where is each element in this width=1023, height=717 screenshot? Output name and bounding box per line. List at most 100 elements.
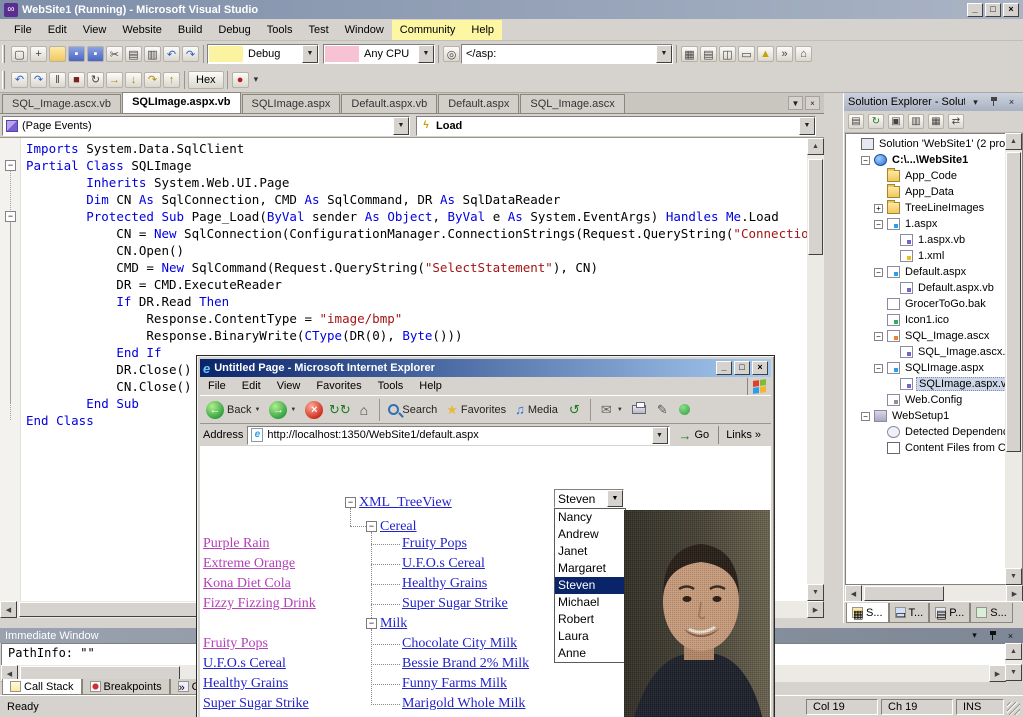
forward-button[interactable]: → ▼ — [265, 399, 300, 421]
chevron-down-icon[interactable]: ▼ — [607, 490, 623, 507]
toolbar-overflow-icon[interactable]: ▾ — [254, 74, 259, 85]
solution-tree-item[interactable]: App_Code — [846, 168, 1022, 184]
fold-toggle-icon[interactable]: − — [5, 160, 16, 171]
copy-icon[interactable] — [125, 46, 142, 62]
scroll-left-icon[interactable]: ◀ — [0, 601, 17, 618]
document-tab[interactable]: SQLImage.aspx — [241, 94, 341, 113]
product-link[interactable]: Fruity Pops — [203, 635, 268, 652]
solution-configuration-combo[interactable]: Debug ▼ — [207, 44, 319, 64]
scroll-up-icon[interactable]: ▲ — [1005, 133, 1022, 150]
chevron-down-icon[interactable]: ▼ — [418, 45, 434, 63]
vs-menu-test[interactable]: Test — [300, 20, 336, 40]
solution-tree-item[interactable]: 1.aspx.vb — [846, 232, 1022, 248]
start-page-icon[interactable] — [795, 46, 812, 62]
ie-menu-help[interactable]: Help — [411, 378, 450, 394]
ie-menu-tools[interactable]: Tools — [370, 378, 412, 394]
solution-tree-item[interactable]: Content Files from C:\... — [846, 440, 1022, 456]
stop-debug-icon[interactable] — [68, 71, 85, 88]
scroll-right-icon[interactable]: ▶ — [1006, 585, 1023, 602]
solution-tree-item[interactable]: App_Data — [846, 184, 1022, 200]
copy-website-icon[interactable] — [948, 114, 964, 129]
tool-window-tab[interactable]: T... — [888, 603, 930, 623]
event-combo[interactable]: ϟ Load ▼ — [416, 115, 816, 136]
view-designer-icon[interactable] — [928, 114, 944, 129]
document-tab[interactable]: Default.aspx.vb — [341, 94, 438, 113]
home-button[interactable]: ⌂ — [352, 400, 375, 419]
vs-menu-view[interactable]: View — [75, 20, 115, 40]
close-icon[interactable]: × — [1004, 96, 1019, 109]
scrollbar-thumb[interactable] — [808, 159, 823, 255]
scroll-left-icon[interactable]: ◀ — [845, 585, 862, 602]
tree-leaf-link[interactable]: Marigold Whole Milk — [402, 695, 525, 712]
tree-collapse-icon[interactable]: − — [366, 618, 377, 629]
error-list-icon[interactable] — [757, 46, 774, 62]
toolbar-grip[interactable] — [2, 70, 5, 89]
favorites-button[interactable]: ★ Favorites — [442, 400, 510, 420]
tool-window-tab[interactable]: P... — [929, 603, 971, 623]
object-combo[interactable]: (Page Events) ▼ — [2, 115, 410, 136]
dropdown-option[interactable]: Steven — [555, 577, 625, 594]
ie-titlebar[interactable]: e Untitled Page - Microsoft Internet Exp… — [200, 359, 771, 377]
tree-expander-icon[interactable]: − — [874, 331, 883, 341]
solution-tree-item[interactable]: Icon1.ico — [846, 312, 1022, 328]
vs-menu-build[interactable]: Build — [170, 20, 210, 40]
object-browser-icon[interactable] — [719, 46, 736, 62]
ie-menu-file[interactable]: File — [200, 378, 234, 394]
vs-menu-file[interactable]: File — [6, 20, 40, 40]
ie-close-button[interactable]: × — [752, 361, 768, 375]
close-document-icon[interactable]: × — [805, 96, 820, 110]
solution-explorer-icon[interactable] — [681, 46, 698, 62]
paste-icon[interactable] — [144, 46, 161, 62]
find-combo[interactable]: </asp: ▼ — [461, 44, 673, 64]
solution-platform-combo[interactable]: Any CPU ▼ — [323, 44, 435, 64]
solution-tree-item[interactable]: SQL_Image.ascx.vb — [846, 344, 1022, 360]
tree-root-link[interactable]: XML_TreeView — [359, 494, 452, 511]
scroll-down-icon[interactable]: ▼ — [807, 584, 824, 601]
step-over-icon[interactable] — [144, 71, 161, 88]
pause-icon[interactable] — [49, 71, 66, 88]
tree-leaf-link[interactable]: Funny Farms Milk — [402, 675, 507, 692]
tree-leaf-link[interactable]: Chocolate City Milk — [402, 635, 517, 652]
ie-minimize-button[interactable]: _ — [716, 361, 732, 375]
redo-icon[interactable] — [182, 46, 199, 62]
scroll-right-icon[interactable]: ▶ — [989, 665, 1006, 682]
ie-maximize-button[interactable]: □ — [734, 361, 750, 375]
chevron-down-icon[interactable]: ▼ — [651, 426, 668, 444]
tree-expander-icon[interactable]: − — [874, 363, 883, 373]
vs-menu-edit[interactable]: Edit — [40, 20, 75, 40]
document-tab[interactable]: SQL_Image.ascx — [520, 94, 625, 113]
window-position-icon[interactable]: ▾ — [967, 629, 982, 642]
add-item-icon[interactable] — [30, 46, 47, 62]
auto-hide-pin-icon[interactable] — [985, 629, 1000, 642]
resize-grip[interactable] — [1007, 702, 1020, 715]
history-button[interactable]: ↺ — [563, 400, 586, 419]
search-button[interactable]: Search — [384, 402, 441, 418]
vs-menu-window[interactable]: Window — [337, 20, 392, 40]
auto-hide-pin-icon[interactable] — [986, 96, 1001, 109]
solution-tree-item[interactable]: − WebSetup1 — [846, 408, 1022, 424]
refresh-icon[interactable] — [868, 114, 884, 129]
scroll-up-icon[interactable]: ▲ — [1005, 643, 1022, 660]
solution-explorer-horizontal-scrollbar[interactable]: ◀ ▶ — [845, 585, 1023, 602]
step-out-icon[interactable] — [163, 71, 180, 88]
cut-icon[interactable] — [106, 46, 123, 62]
product-link[interactable]: Fizzy Fizzing Drink — [203, 595, 316, 612]
tree-collapse-icon[interactable]: − — [366, 521, 377, 532]
chevron-down-icon[interactable]: ▼ — [617, 407, 623, 413]
solution-tree-item[interactable]: − 1.aspx — [846, 216, 1022, 232]
tree-expander-icon[interactable]: + — [874, 203, 883, 213]
properties-icon[interactable] — [848, 114, 864, 129]
chevron-down-icon[interactable]: ▼ — [656, 45, 672, 63]
vs-menu-community[interactable]: Community — [391, 19, 464, 40]
view-code-icon[interactable] — [908, 114, 924, 129]
chevron-down-icon[interactable]: ▼ — [393, 116, 409, 135]
product-link[interactable]: Purple Rain — [203, 535, 270, 552]
toolbox-icon[interactable] — [738, 46, 755, 62]
product-link[interactable]: Kona Diet Cola — [203, 575, 291, 592]
product-link[interactable]: U.F.O.s Cereal — [203, 655, 286, 672]
solution-tree-item[interactable]: + TreeLineImages — [846, 200, 1022, 216]
open-file-icon[interactable] — [49, 46, 66, 62]
scrollbar-thumb[interactable] — [19, 602, 199, 617]
vs-menu-website[interactable]: Website — [114, 20, 170, 40]
save-all-icon[interactable] — [87, 46, 104, 62]
